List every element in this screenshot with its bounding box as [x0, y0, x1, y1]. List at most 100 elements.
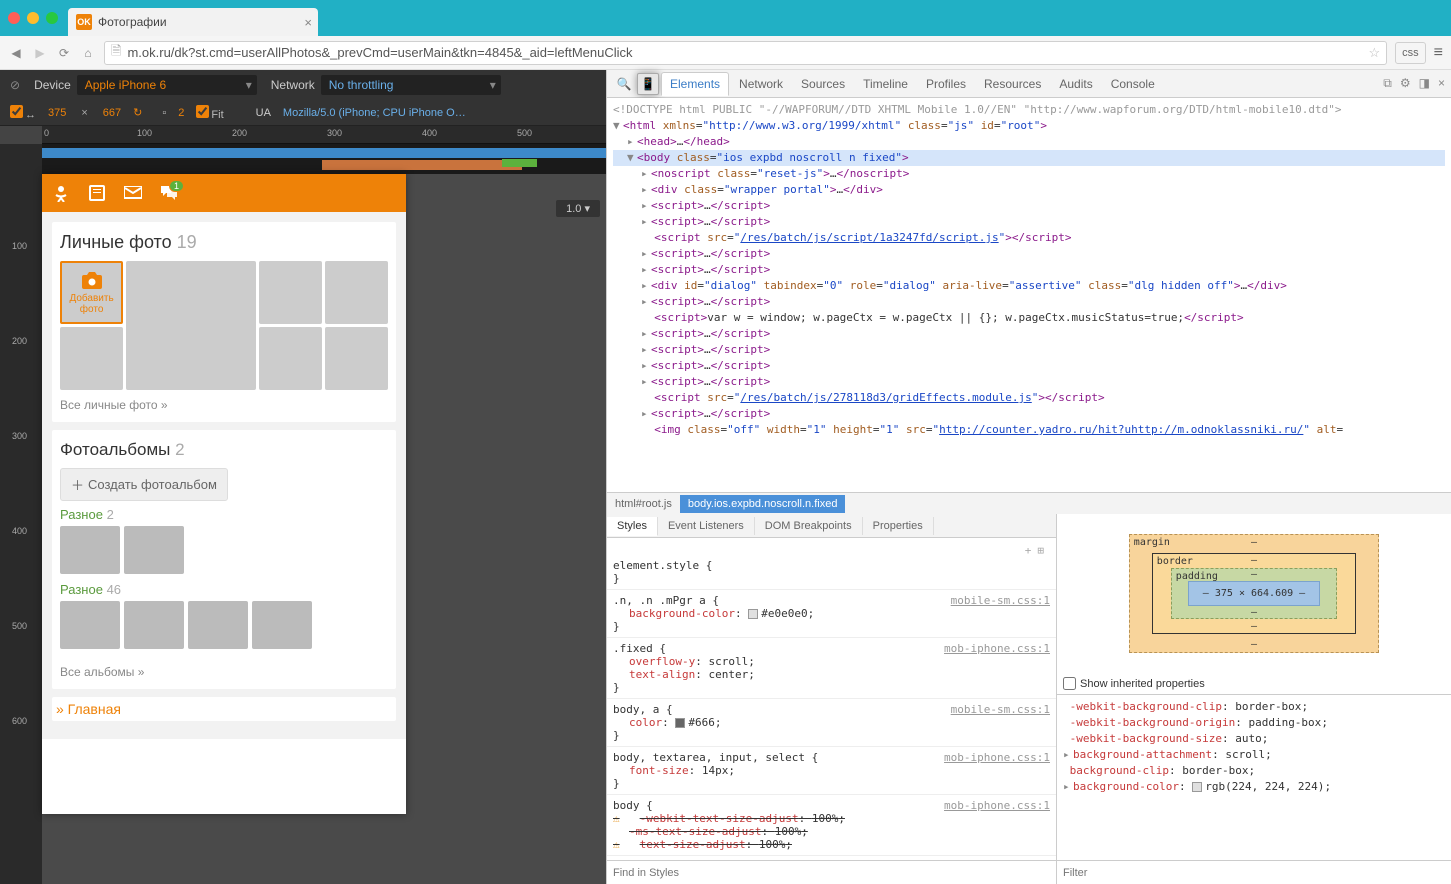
album-name-link[interactable]: Разное 2	[60, 507, 388, 522]
dom-node[interactable]: ▸<script>…</script>	[613, 246, 1445, 262]
width-value[interactable]: 375	[48, 107, 66, 119]
album-thumbnail[interactable]	[124, 601, 184, 649]
console-drawer-icon[interactable]: ⧉	[1383, 76, 1392, 91]
close-devtools-icon[interactable]: ×	[1438, 76, 1445, 91]
breadcrumb-item-active[interactable]: body.ios.expbd.noscroll.n.fixed	[680, 495, 846, 513]
new-rule-icon[interactable]: +	[1025, 544, 1032, 557]
messages-icon[interactable]	[124, 184, 142, 202]
css-rule[interactable]: mob-iphone.css:1 body, textarea, input, …	[607, 747, 1056, 795]
photo-thumbnail[interactable]	[126, 261, 255, 390]
add-photo-button[interactable]: Добавить фото	[60, 261, 123, 324]
dom-node[interactable]: ▸<script>…</script>	[613, 358, 1445, 374]
forbid-icon[interactable]: ⊘	[10, 78, 20, 92]
dom-node-selected[interactable]: ▼<body class="ios expbd noscroll n fixed…	[613, 150, 1445, 166]
toggle-device-icon[interactable]: 📱	[637, 73, 659, 95]
feed-icon[interactable]	[88, 184, 106, 202]
settings-gear-icon[interactable]: ⚙	[1400, 76, 1411, 91]
create-album-button[interactable]: ＋Создать фотоальбом	[60, 468, 228, 501]
album-thumbnail[interactable]	[188, 601, 248, 649]
zoom-indicator[interactable]: 1.0 ▾	[556, 200, 600, 217]
back-icon[interactable]: ◀	[8, 45, 24, 61]
menu-icon[interactable]: ≡	[1434, 44, 1443, 62]
tab-elements[interactable]: Elements	[661, 72, 729, 96]
fit-check[interactable]: Fit	[196, 105, 223, 121]
screens-icon[interactable]: ▫	[162, 107, 166, 119]
close-window-icon[interactable]	[8, 12, 20, 24]
filter-computed-input[interactable]	[1063, 867, 1445, 879]
show-inherited-checkbox[interactable]: Show inherited properties	[1057, 673, 1451, 694]
css-extension-button[interactable]: css	[1395, 42, 1426, 64]
dom-node[interactable]: <script src="/res/batch/js/278118d3/grid…	[613, 390, 1445, 406]
breadcrumb-item[interactable]: html#root.js	[607, 495, 680, 513]
omnibox[interactable]: 🗎 m.ok.ru/dk?st.cmd=userAllPhotos&_prevC…	[104, 41, 1387, 65]
photo-thumbnail[interactable]	[60, 327, 123, 390]
album-thumbnail[interactable]	[124, 526, 184, 574]
computed-properties-list[interactable]: -webkit-background-clip: border-box; -we…	[1057, 694, 1451, 860]
tab-console[interactable]: Console	[1103, 73, 1163, 95]
subtab-dom-breakpoints[interactable]: DOM Breakpoints	[755, 517, 863, 535]
dom-node[interactable]: ▼<html xmlns="http://www.w3.org/1999/xht…	[613, 118, 1445, 134]
dom-node[interactable]: <script>var w = window; w.pageCtx = w.pa…	[613, 310, 1445, 326]
album-thumbnail[interactable]	[252, 601, 312, 649]
dom-node[interactable]: ▸<script>…</script>	[613, 294, 1445, 310]
tab-audits[interactable]: Audits	[1051, 73, 1100, 95]
reload-icon[interactable]: ⟳	[56, 45, 72, 61]
find-styles-input[interactable]	[613, 867, 1050, 879]
css-rules-list[interactable]: +⊞ element.style { } mobile-sm.css:1 .n,…	[607, 538, 1056, 860]
photo-thumbnail[interactable]	[325, 327, 388, 390]
tab-resources[interactable]: Resources	[976, 73, 1049, 95]
dom-node[interactable]: ▸<script>…</script>	[613, 214, 1445, 230]
dom-node[interactable]: ▸<script>…</script>	[613, 406, 1445, 422]
ok-logo-icon[interactable]	[52, 184, 70, 202]
subtab-event-listeners[interactable]: Event Listeners	[658, 517, 755, 535]
tab-close-icon[interactable]: ×	[304, 15, 312, 30]
all-albums-link[interactable]: Все альбомы »	[60, 665, 144, 679]
dom-node[interactable]: <img class="off" width="1" height="1" sr…	[613, 422, 1445, 438]
home-icon[interactable]: ⌂	[80, 45, 96, 61]
tab-network[interactable]: Network	[731, 73, 791, 95]
inspect-icon[interactable]: 🔍	[613, 73, 635, 95]
dom-node[interactable]: ▸<div class="wrapper portal">…</div>	[613, 182, 1445, 198]
dom-node[interactable]: ▸<noscript class="reset-js">…</noscript>	[613, 166, 1445, 182]
discussions-icon[interactable]: 1	[160, 184, 178, 202]
dim-check[interactable]: ↔	[10, 105, 36, 121]
dom-node[interactable]: ▸<head>…</head>	[613, 134, 1445, 150]
dom-node[interactable]: ▸<script>…</script>	[613, 198, 1445, 214]
tab-profiles[interactable]: Profiles	[918, 73, 974, 95]
forward-icon[interactable]: ▶	[32, 45, 48, 61]
dom-node[interactable]: ▸<script>…</script>	[613, 342, 1445, 358]
home-link[interactable]: » Главная	[52, 697, 396, 721]
dock-icon[interactable]: ◨	[1419, 76, 1430, 91]
dom-node[interactable]: ▸<script>…</script>	[613, 262, 1445, 278]
minimize-window-icon[interactable]	[27, 12, 39, 24]
element-state-icon[interactable]: ⊞	[1037, 544, 1044, 557]
bookmark-star-icon[interactable]: ☆	[1369, 45, 1381, 61]
album-thumbnail[interactable]	[60, 526, 120, 574]
subtab-styles[interactable]: Styles	[607, 517, 658, 536]
dom-tree[interactable]: <!DOCTYPE html PUBLIC "-//WAPFORUM//DTD …	[607, 98, 1451, 492]
photo-thumbnail[interactable]	[325, 261, 388, 324]
css-rule[interactable]: mob-iphone.css:1 .fixed { overflow-y: sc…	[607, 638, 1056, 699]
all-personal-photos-link[interactable]: Все личные фото »	[60, 398, 168, 412]
dom-node[interactable]: ▸<script>…</script>	[613, 326, 1445, 342]
network-select[interactable]: No throttling	[321, 75, 501, 95]
dom-node[interactable]: ▸<script>…</script>	[613, 374, 1445, 390]
dom-node[interactable]: <script src="/res/batch/js/script/1a3247…	[613, 230, 1445, 246]
photo-thumbnail[interactable]	[259, 261, 322, 324]
subtab-properties[interactable]: Properties	[863, 517, 934, 535]
maximize-window-icon[interactable]	[46, 12, 58, 24]
css-rule[interactable]: mobile-sm.css:1 .n, .n .mPgr a { backgro…	[607, 590, 1056, 638]
css-rule[interactable]: mobile-sm.css:1 body, a { color: #666; }	[607, 699, 1056, 747]
device-select[interactable]: Apple iPhone 6	[77, 75, 257, 95]
css-rule[interactable]: +⊞ element.style { }	[607, 538, 1056, 590]
css-rule[interactable]: mob-iphone.css:1 body { -webkit-text-siz…	[607, 795, 1056, 856]
swap-icon[interactable]: ↻	[133, 106, 142, 119]
photo-thumbnail[interactable]	[259, 327, 322, 390]
album-name-link[interactable]: Разное 46	[60, 582, 388, 597]
browser-tab[interactable]: OK Фотографии ×	[68, 8, 318, 36]
dom-node[interactable]: ▸<div id="dialog" tabindex="0" role="dia…	[613, 278, 1445, 294]
tab-sources[interactable]: Sources	[793, 73, 853, 95]
ua-value[interactable]: Mozilla/5.0 (iPhone; CPU iPhone O…	[283, 107, 466, 119]
height-value[interactable]: 667	[103, 107, 121, 119]
album-thumbnail[interactable]	[60, 601, 120, 649]
